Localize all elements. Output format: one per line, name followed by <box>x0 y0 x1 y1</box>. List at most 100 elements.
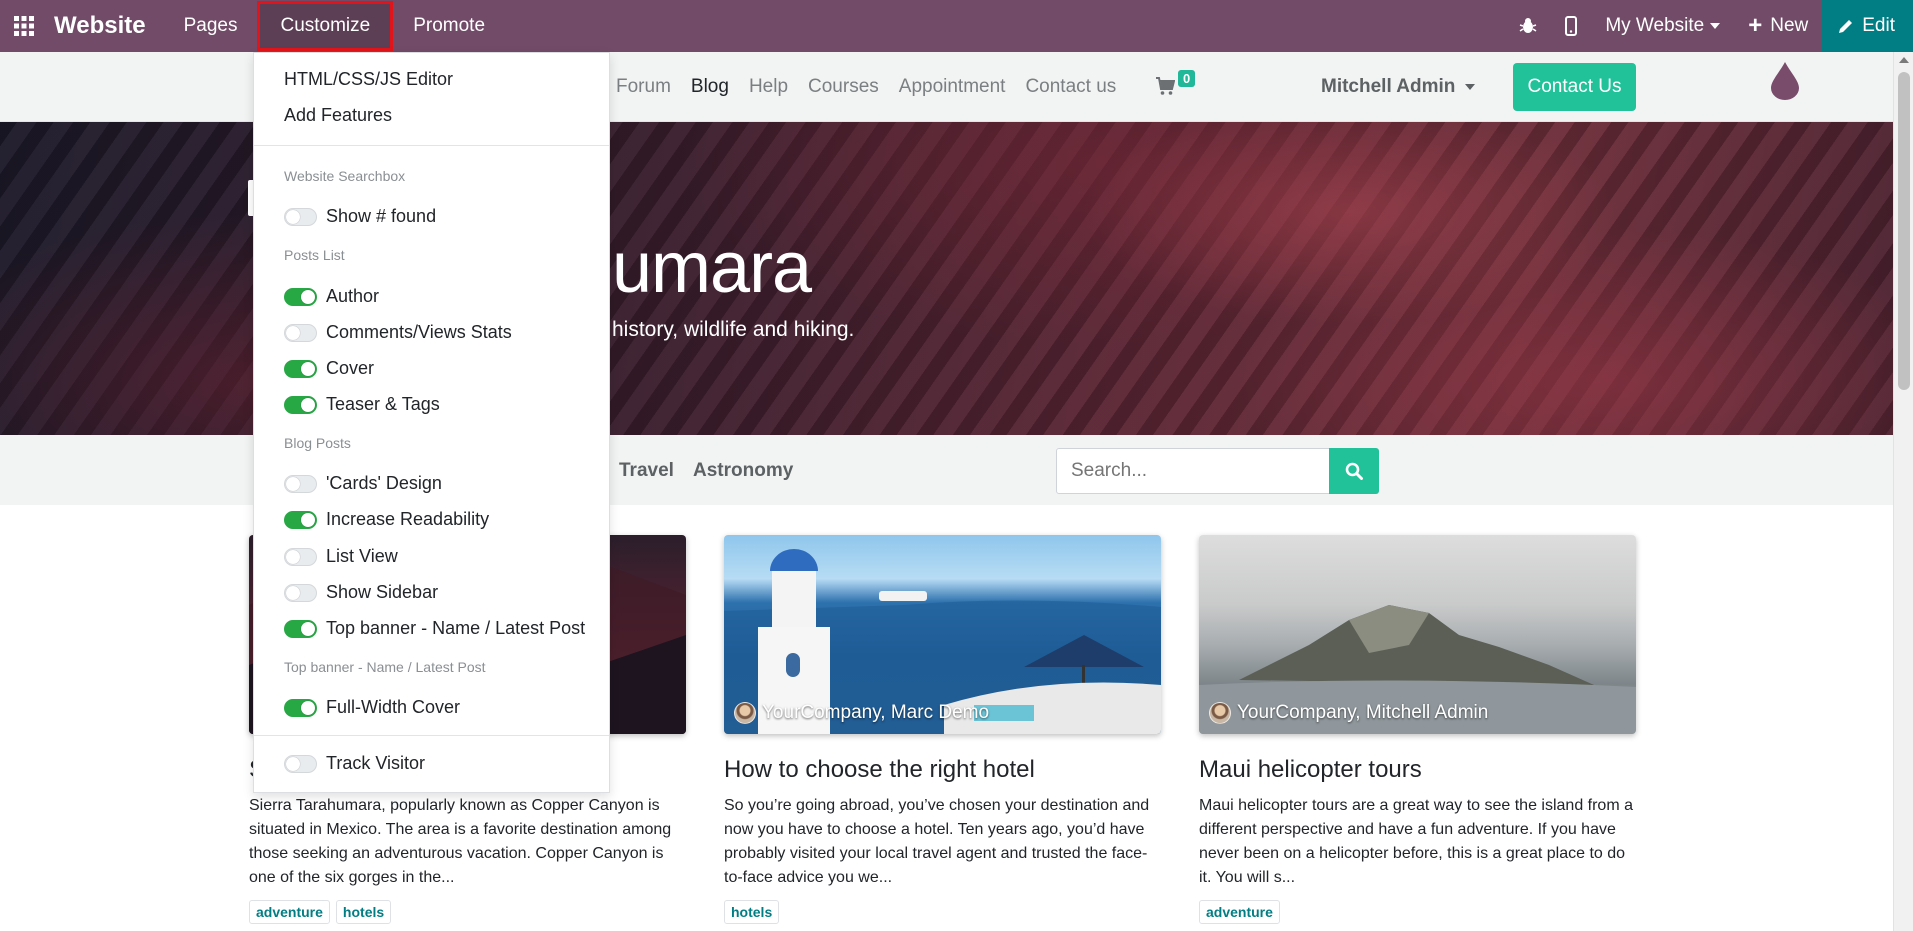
toggle-label: Comments/Views Stats <box>326 322 512 342</box>
post-teaser: Maui helicopter tours are a great way to… <box>1199 797 1633 886</box>
menu-customize[interactable]: Customize <box>257 1 394 51</box>
nav-courses[interactable]: Courses <box>808 76 879 98</box>
post-tag[interactable]: hotels <box>335 900 392 924</box>
post-cover-image[interactable]: YourCompany, Mitchell Admin <box>1199 535 1636 734</box>
section-heading-posts-list: Posts List <box>284 247 345 263</box>
cart-icon <box>1156 77 1176 95</box>
toggle-switch[interactable] <box>284 287 317 306</box>
toggle-cover[interactable]: Cover <box>284 358 374 379</box>
scrollbar-thumb[interactable] <box>1898 72 1910 390</box>
scroll-up-arrow-icon[interactable] <box>1899 57 1909 63</box>
toggle-switch[interactable] <box>284 754 317 773</box>
apps-grid-icon[interactable] <box>2 0 46 52</box>
toggle-switch[interactable] <box>284 359 317 378</box>
toggle-author[interactable]: Author <box>284 286 379 307</box>
section-heading-blog-posts: Blog Posts <box>284 435 351 451</box>
nav-appointment[interactable]: Appointment <box>899 76 1006 98</box>
toggle-switch[interactable] <box>284 395 317 414</box>
toggle-switch[interactable] <box>284 510 317 529</box>
post-teaser: Sierra Tarahumara, popularly known as Co… <box>249 797 672 886</box>
blog-post-card[interactable]: YourCompany, Marc Demo How to choose the… <box>724 535 1161 924</box>
search-button[interactable] <box>1329 448 1379 494</box>
menu-divider <box>254 145 609 146</box>
cart-button[interactable]: 0 <box>1155 70 1196 102</box>
post-title[interactable]: How to choose the right hotel <box>724 756 1161 784</box>
search-icon <box>1345 462 1363 480</box>
toggle-increase-readability[interactable]: Increase Readability <box>284 509 489 530</box>
post-authors-text: YourCompany, Mitchell Admin <box>1237 702 1489 723</box>
edit-label: Edit <box>1862 15 1895 36</box>
section-heading-searchbox: Website Searchbox <box>284 168 406 184</box>
author-avatar <box>734 702 756 724</box>
post-cover-image[interactable]: YourCompany, Marc Demo <box>724 535 1161 734</box>
toggle-label: Top banner - Name / Latest Post <box>326 618 586 638</box>
menu-promote[interactable]: Promote <box>393 0 505 52</box>
cart-count-badge: 0 <box>1178 70 1196 87</box>
toggle-label: Increase Readability <box>326 509 490 529</box>
app-brand[interactable]: Website <box>54 12 146 40</box>
page-scrollbar[interactable] <box>1893 52 1913 931</box>
html-css-js-editor-item[interactable]: HTML/CSS/JS Editor <box>284 69 453 90</box>
toggle-list-view[interactable]: List View <box>284 546 398 567</box>
nav-blog[interactable]: Blog <box>691 76 729 98</box>
new-button[interactable]: + New <box>1734 0 1822 52</box>
website-nav: Forum Blog Help Courses Appointment Cont… <box>616 52 1136 122</box>
pencil-icon <box>1839 20 1853 33</box>
toggle-track-visitor[interactable]: Track Visitor <box>284 753 425 774</box>
nav-contact-us[interactable]: Contact us <box>1025 76 1116 98</box>
hero-subtitle: history, wildlife and hiking. <box>612 318 855 341</box>
toggle-label: 'Cards' Design <box>326 473 442 493</box>
nav-forum[interactable]: Forum <box>616 76 671 98</box>
post-tag[interactable]: adventure <box>249 900 330 924</box>
my-website-dropdown[interactable]: My Website <box>1591 0 1734 52</box>
toggle-label: Show Sidebar <box>326 582 439 602</box>
author-avatar <box>1209 702 1231 724</box>
toggle-label: List View <box>326 546 398 566</box>
new-label: New <box>1770 15 1809 36</box>
toggle-teaser-tags[interactable]: Teaser & Tags <box>284 394 440 415</box>
toggle-switch[interactable] <box>284 207 317 226</box>
menu-pages[interactable]: Pages <box>164 0 258 52</box>
post-authors: YourCompany, Mitchell Admin <box>1209 702 1488 724</box>
blog-post-card[interactable]: YourCompany, Mitchell Admin Maui helicop… <box>1199 535 1636 924</box>
toggle-switch[interactable] <box>284 474 317 493</box>
toggle-label: Teaser & Tags <box>326 394 440 414</box>
toggle-switch[interactable] <box>284 698 317 717</box>
toggle-show-found[interactable]: Show # found <box>284 206 436 227</box>
toggle-show-sidebar[interactable]: Show Sidebar <box>284 582 438 603</box>
contact-us-button[interactable]: Contact Us <box>1513 63 1636 111</box>
toggle-label: Full-Width Cover <box>326 697 461 717</box>
odoo-drop-logo-icon[interactable] <box>1769 61 1801 101</box>
toggle-switch[interactable] <box>284 323 317 342</box>
post-tag[interactable]: adventure <box>1199 900 1280 924</box>
customize-dropdown-menu: HTML/CSS/JS Editor Add Features Website … <box>253 52 610 793</box>
nav-help[interactable]: Help <box>749 76 788 98</box>
post-tag[interactable]: hotels <box>724 900 780 924</box>
toggle-switch[interactable] <box>284 583 317 602</box>
toggle-cards-design[interactable]: 'Cards' Design <box>284 473 442 494</box>
toggle-switch[interactable] <box>284 547 317 566</box>
toggle-full-width-cover[interactable]: Full-Width Cover <box>284 697 460 718</box>
filter-tag-travel[interactable]: Travel <box>619 460 674 482</box>
toggle-label: Author <box>326 286 380 306</box>
user-dropdown[interactable]: Mitchell Admin <box>1321 52 1476 122</box>
post-title[interactable]: Maui helicopter tours <box>1199 756 1636 784</box>
menu-divider <box>254 735 609 736</box>
edit-button[interactable]: Edit <box>1822 0 1913 52</box>
post-authors: YourCompany, Marc Demo <box>734 702 989 724</box>
user-name: Mitchell Admin <box>1321 76 1456 97</box>
toggle-top-banner[interactable]: Top banner - Name / Latest Post <box>284 618 585 639</box>
add-features-item[interactable]: Add Features <box>284 105 392 126</box>
post-teaser: So you’re going abroad, you’ve chosen yo… <box>724 797 1150 886</box>
toggle-switch[interactable] <box>284 619 317 638</box>
my-website-label: My Website <box>1605 15 1705 36</box>
toggle-label: Track Visitor <box>326 753 426 773</box>
mobile-preview-icon[interactable] <box>1551 0 1591 52</box>
filter-tag-astronomy[interactable]: Astronomy <box>693 460 793 482</box>
toggle-label: Show # found <box>326 206 437 226</box>
blog-search-input[interactable] <box>1056 448 1330 494</box>
debug-bug-icon[interactable] <box>1505 0 1551 52</box>
post-authors-text: YourCompany, Marc Demo <box>762 702 990 723</box>
hero-title: umara <box>612 228 812 308</box>
toggle-comments-views-stats[interactable]: Comments/Views Stats <box>284 322 512 343</box>
